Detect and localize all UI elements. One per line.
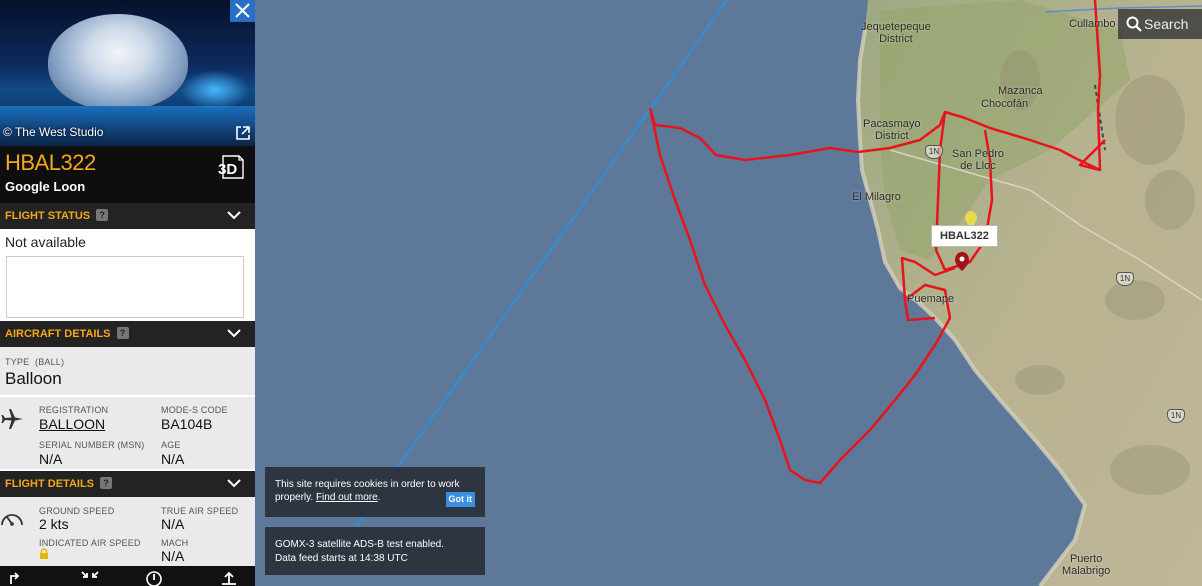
section-flight-status[interactable]: FLIGHT STATUS? [0,203,255,229]
mach-label: MACH [161,538,189,548]
registration-label: REGISTRATION [39,405,109,415]
true-air-speed-label: TRUE AIR SPEED [161,506,239,516]
mach-value: N/A [161,548,185,564]
ground-speed-value: 2 kts [39,516,69,532]
close-icon [235,3,250,18]
flight-title-bar: HBAL322 Google Loon 3D [0,146,255,203]
age-value: N/A [161,451,185,467]
flight-panel: © The West Studio HBAL322 Google Loon 3D… [0,0,255,586]
road-shield: 1N [925,145,943,159]
photo-glow [180,70,250,110]
place-puemape: Puemape [907,293,955,305]
type-code: (BALL) [35,357,65,367]
photo-credit: © The West Studio [3,125,104,139]
aircraft-type-block: TYPE (BALL) Balloon [0,347,255,395]
cookie-suffix: . [377,492,381,503]
chevron-down-icon [227,211,241,220]
true-air-speed-value: N/A [161,516,185,532]
search-label: Search [1144,16,1189,32]
place-san-pedro: San Pedro de Lloc [952,148,1004,172]
lock-icon [40,548,48,559]
chevron-down-icon [227,329,241,338]
road-shield: 1N [1116,272,1134,286]
type-value: Balloon [5,369,62,388]
section-flight-status-label: FLIGHT STATUS [5,210,91,222]
collapse-icon[interactable] [80,570,100,586]
road-shield: 1N [1167,409,1185,423]
find-out-more-link[interactable]: Find out more [316,492,378,503]
section-aircraft-details[interactable]: AIRCRAFT DETAILS? [0,321,255,347]
feed-notice-line1: GOMX-3 satellite ADS-B test enabled. [275,539,444,550]
ground-speed-label: GROUND SPEED [39,506,115,516]
flight-speed-block: GROUND SPEED 2 kts TRUE AIR SPEED N/A IN… [0,497,255,566]
help-icon[interactable]: ? [96,209,109,221]
airline-name: Google Loon [5,179,86,194]
help-icon[interactable]: ? [100,477,113,489]
flight-status-text: Not available [5,234,86,250]
callsign: HBAL322 [5,150,96,175]
airplane-icon [1,409,23,429]
section-flight-details[interactable]: FLIGHT DETAILS? [0,471,255,497]
feed-notice: GOMX-3 satellite ADS-B test enabled. Dat… [265,527,485,575]
flight-tag[interactable]: HBAL322 [931,225,998,247]
3d-view-button[interactable]: 3D [215,152,247,182]
search-icon [1126,16,1142,32]
indicated-air-speed-label: INDICATED AIR SPEED [39,538,141,548]
aircraft-photo[interactable]: © The West Studio [0,0,255,146]
feed-notice-line2: Data feed starts at 14:38 UTC [275,553,408,564]
close-button[interactable] [230,0,255,22]
external-link-icon[interactable] [235,125,251,141]
panel-toolbar [0,566,255,586]
balloon-image [48,14,188,110]
got-it-button[interactable]: Got it [445,492,475,507]
place-pacasmayo: Pacasmayo District [863,118,921,142]
place-chocofan: Chocofán [981,98,1029,110]
place-jequetepeque: Jequetepeque District [861,21,931,45]
type-label: TYPE [5,357,30,367]
cookie-notice: This site requires cookies in order to w… [265,467,485,517]
section-flight-details-label: FLIGHT DETAILS [5,478,95,490]
route-icon[interactable] [8,570,24,586]
flight-status-box [6,256,244,318]
chevron-down-icon [227,479,241,488]
share-icon[interactable] [145,570,163,586]
upload-icon[interactable] [220,570,238,586]
aircraft-reg-block: REGISTRATION BALLOON MODE-S CODE BA104B … [0,397,255,469]
place-puerto-malabrigo: Puerto Malabrigo [1062,553,1111,577]
place-cullambo: Cullambo [1069,18,1116,30]
place-mazanca: Mazanca [998,85,1043,97]
modes-value: BA104B [161,416,213,432]
speedometer-icon [1,514,23,526]
registration-link[interactable]: BALLOON [39,416,105,432]
svg-text:3D: 3D [218,161,237,178]
serial-label: SERIAL NUMBER (MSN) [39,440,145,450]
modes-label: MODE-S CODE [161,405,228,415]
section-aircraft-details-label: AIRCRAFT DETAILS [5,328,111,340]
serial-value: N/A [39,451,63,467]
place-el-milagro: El Milagro [852,191,901,203]
age-label: AGE [161,440,181,450]
help-icon[interactable]: ? [116,327,129,339]
search-button[interactable]: Search [1118,9,1202,39]
